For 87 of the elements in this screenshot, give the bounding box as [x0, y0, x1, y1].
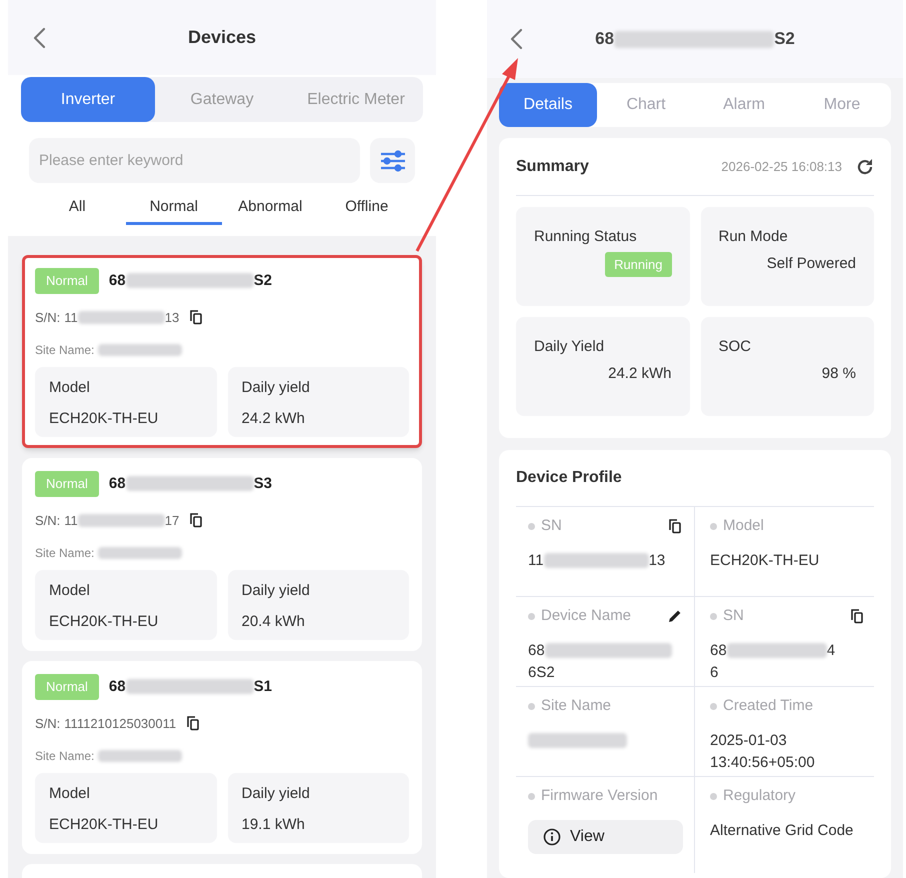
info-value: ECH20K-TH-EU	[49, 408, 160, 428]
section-title: Device Profile	[516, 468, 623, 488]
field-value: 2025-01-03 13:40:56+05:00	[710, 732, 815, 770]
device-card[interactable]: Normal 68 S3 S/N: 11 17 Site Name: Model ECH20K-TH-EU Daily yield 20.4 kWh	[22, 458, 422, 651]
field-value: 6	[710, 664, 718, 680]
filter-icon	[380, 150, 406, 172]
tile-label: Daily Yield	[534, 337, 606, 357]
field-label: Regulatory	[723, 786, 797, 806]
info-label: Model	[49, 581, 91, 601]
status-filter-tab[interactable]: All	[29, 193, 126, 225]
site-name-label: Site Name:	[35, 748, 94, 765]
section-title: Summary	[516, 156, 590, 176]
device-name: S3	[254, 474, 272, 494]
timestamp: 2026-02-25 16:08:13	[721, 158, 842, 176]
serial-number: 17	[164, 512, 180, 530]
serial-number: 13	[164, 308, 180, 326]
page-title: S2	[774, 28, 795, 50]
site-name-label: Site Name:	[35, 545, 94, 562]
device-name: S2	[254, 270, 272, 290]
serial-number: 11	[64, 308, 78, 326]
tile-label: SOC	[718, 337, 752, 357]
tile-value: 24.2 kWh	[607, 364, 672, 384]
info-label: Model	[49, 378, 91, 398]
field-value: 6S2	[528, 664, 555, 680]
serial-number: 1111210125030011	[64, 714, 176, 732]
page-title: Devices	[188, 26, 256, 49]
field-label: Device Name	[541, 606, 632, 626]
copy-icon	[186, 715, 200, 732]
sn-label: S/N:	[35, 714, 60, 732]
field-value: Alternative Grid Code	[710, 822, 854, 838]
info-value: ECH20K-TH-EU	[49, 612, 160, 632]
device-card[interactable]: Normal 68 S1 S/N: 1111210125030011 Site Name: Model ECH20K-TH-EU Daily yield 19.1 kWh	[22, 661, 422, 854]
device-card[interactable]: Normal 68 S2 S/N: 11 13 Site Name: Model ECH20K-TH-EU Daily yield 24.2 kWh	[22, 255, 422, 448]
status-badge: Normal	[35, 674, 99, 700]
back-icon[interactable]	[509, 28, 523, 50]
tile-value: 98 %	[820, 364, 856, 384]
tile-label: Run Mode	[718, 227, 789, 247]
info-value: 20.4 kWh	[242, 612, 306, 632]
field-value: 68	[710, 642, 727, 658]
field-value: 4	[826, 642, 836, 658]
copy-icon	[189, 512, 204, 528]
refresh-icon[interactable]	[856, 158, 874, 176]
field-value: 68	[528, 642, 545, 658]
status-badge: Normal	[35, 471, 99, 496]
view-button[interactable]: View	[528, 820, 683, 854]
field-value: 11	[528, 552, 544, 568]
field-label: SN	[723, 606, 745, 626]
field-label: Model	[723, 516, 765, 536]
field-label: Created Time	[723, 696, 814, 716]
device-name: 68	[108, 676, 126, 696]
info-value: 24.2 kWh	[242, 408, 306, 428]
field-label: SN	[541, 516, 563, 536]
device-name: S1	[254, 676, 272, 696]
device-name: 68	[108, 270, 126, 290]
info-value: 19.1 kWh	[242, 814, 306, 834]
field-value: 13	[648, 552, 666, 568]
search-field[interactable]: Please enter keyword	[29, 138, 360, 183]
status-filter-tab[interactable]: Offline	[318, 193, 415, 225]
copy-icon	[189, 309, 204, 326]
status-badge: Normal	[35, 268, 99, 294]
copy-icon[interactable]	[850, 608, 864, 624]
page-title: 68	[595, 28, 614, 50]
status-filter-tab[interactable]: Abnormal	[222, 193, 318, 225]
copy-icon[interactable]	[668, 518, 682, 534]
site-name-label: Site Name:	[35, 342, 94, 359]
tile-value: Self Powered	[766, 254, 856, 274]
tile-label: Running Status	[534, 227, 638, 247]
device-name: 68	[108, 474, 126, 494]
info-icon	[543, 828, 561, 846]
device-type-tab[interactable]: Inverter	[21, 77, 155, 122]
info-label: Model	[49, 784, 91, 804]
sn-label: S/N:	[35, 308, 60, 326]
info-label: Daily yield	[242, 378, 311, 398]
filter-button[interactable]	[370, 138, 415, 183]
info-label: Daily yield	[242, 784, 311, 804]
back-icon[interactable]	[32, 27, 46, 49]
sn-label: S/N:	[35, 512, 60, 530]
field-value: ECH20K-TH-EU	[710, 552, 820, 568]
status-filter-tab[interactable]: Normal	[126, 193, 222, 225]
info-label: Daily yield	[242, 581, 311, 601]
field-label: Firmware Version	[541, 786, 659, 806]
detail-tab[interactable]: Details	[499, 83, 597, 127]
pencil-icon[interactable]	[668, 609, 682, 624]
status-badge: Running	[605, 252, 672, 277]
info-value: ECH20K-TH-EU	[49, 814, 160, 834]
field-label: Site Name	[541, 696, 612, 716]
serial-number: 11	[64, 512, 78, 530]
